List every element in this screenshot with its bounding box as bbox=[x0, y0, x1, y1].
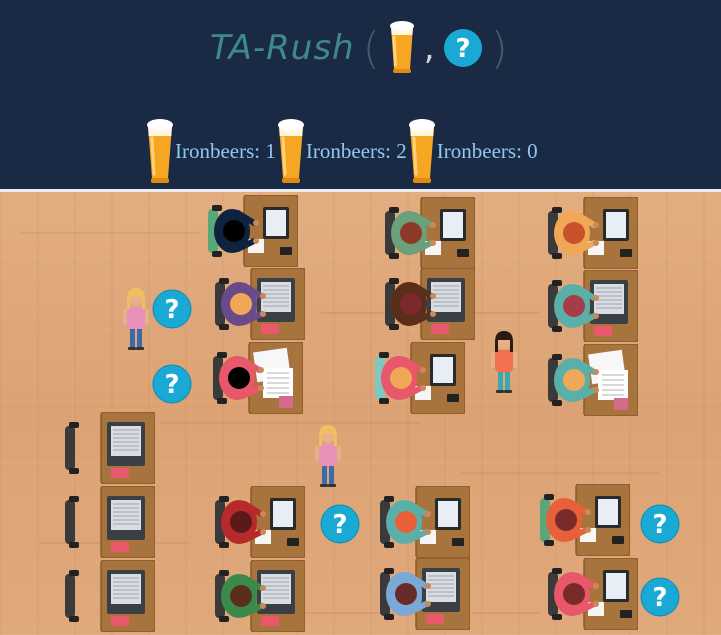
title-paren-close: ) bbox=[490, 22, 508, 74]
student-desk[interactable] bbox=[65, 560, 155, 632]
student-head bbox=[230, 585, 252, 607]
notebook bbox=[111, 468, 129, 478]
scoreboard-item: Ironbeers: 0 bbox=[407, 116, 538, 186]
phone bbox=[452, 538, 464, 546]
ironbeers-count: Ironbeers: 1 bbox=[175, 139, 276, 163]
scoreboard-item: Ironbeers: 1 bbox=[145, 116, 276, 186]
student-head bbox=[395, 511, 417, 533]
student-desk[interactable] bbox=[380, 558, 470, 630]
game-title: TA-Rush ( , ? ) bbox=[210, 18, 508, 78]
notebook bbox=[111, 542, 129, 552]
student-desk[interactable] bbox=[65, 412, 155, 484]
chair bbox=[65, 426, 75, 470]
game-header: TA-Rush ( , ? ) Ironbeers: 1 Ironbeers: … bbox=[0, 0, 721, 189]
phone bbox=[612, 536, 624, 544]
scoreboard-item: Ironbeers: 2 bbox=[276, 116, 407, 186]
student-head bbox=[395, 583, 417, 605]
student-head bbox=[563, 369, 585, 391]
wood-grain bbox=[460, 472, 660, 474]
student-head bbox=[230, 511, 252, 533]
wood-grain bbox=[20, 232, 200, 234]
student-desk[interactable] bbox=[215, 560, 305, 632]
question-mark-icon[interactable]: ? bbox=[640, 577, 680, 617]
beer-icon bbox=[389, 21, 414, 73]
student-head bbox=[400, 222, 422, 244]
student-desk[interactable] bbox=[215, 268, 305, 340]
title-comma: , bbox=[423, 28, 435, 68]
notebook bbox=[111, 616, 129, 626]
student-desk[interactable] bbox=[375, 342, 465, 414]
student-desk[interactable] bbox=[540, 484, 630, 556]
student-desk[interactable] bbox=[548, 344, 638, 416]
svg-text:?: ? bbox=[455, 34, 470, 64]
question-mark-icon[interactable]: ? bbox=[320, 504, 360, 544]
student-desk[interactable] bbox=[548, 270, 638, 342]
notebook bbox=[279, 396, 293, 408]
wood-grain bbox=[160, 422, 420, 424]
phone bbox=[620, 610, 632, 618]
chair bbox=[65, 500, 75, 544]
student-desk[interactable] bbox=[65, 486, 155, 558]
notebook bbox=[594, 326, 612, 336]
student-head bbox=[228, 367, 250, 389]
ta-character[interactable] bbox=[312, 424, 344, 488]
student-desk[interactable] bbox=[213, 342, 303, 414]
student-desk[interactable] bbox=[548, 197, 638, 269]
scoreboard: Ironbeers: 1 Ironbeers: 2 Ironbeers: 0 bbox=[145, 116, 538, 186]
beer-icon bbox=[147, 119, 173, 183]
student-head bbox=[390, 367, 412, 389]
question-mark-icon: ? bbox=[443, 29, 482, 67]
ta-shirt bbox=[319, 444, 337, 466]
question-mark-icon[interactable]: ? bbox=[152, 289, 192, 329]
ta-shirt bbox=[495, 350, 513, 372]
student-desk[interactable] bbox=[380, 486, 470, 558]
notebook bbox=[261, 616, 279, 626]
student-head bbox=[555, 509, 577, 531]
student-desk[interactable] bbox=[385, 268, 475, 340]
student-head bbox=[563, 222, 585, 244]
svg-text:?: ? bbox=[164, 370, 179, 400]
ta-shirt bbox=[127, 307, 145, 329]
title-paren-open: ( bbox=[362, 22, 380, 74]
student-head bbox=[223, 220, 245, 242]
notebook bbox=[426, 614, 444, 624]
classroom-floor[interactable]: ????? bbox=[0, 192, 721, 635]
question-mark-icon[interactable]: ? bbox=[640, 504, 680, 544]
beer-icon bbox=[277, 119, 304, 183]
game-title-text: TA-Rush bbox=[210, 28, 355, 68]
notebook bbox=[261, 324, 279, 334]
svg-text:?: ? bbox=[652, 510, 667, 540]
student-head bbox=[563, 295, 585, 317]
svg-text:?: ? bbox=[332, 510, 347, 540]
student-head bbox=[400, 293, 422, 315]
phone bbox=[457, 249, 469, 257]
svg-text:?: ? bbox=[164, 295, 179, 325]
ironbeers-count: Ironbeers: 0 bbox=[436, 139, 538, 163]
notebook bbox=[431, 324, 449, 334]
ironbeers-count: Ironbeers: 2 bbox=[305, 139, 407, 163]
question-mark-icon[interactable]: ? bbox=[152, 364, 192, 404]
ta-character[interactable] bbox=[120, 287, 152, 351]
phone bbox=[620, 249, 632, 257]
svg-text:?: ? bbox=[652, 583, 667, 613]
ta-character[interactable] bbox=[488, 330, 520, 394]
chair bbox=[65, 574, 75, 618]
notebook bbox=[614, 398, 628, 410]
student-head bbox=[563, 583, 585, 605]
student-desk[interactable] bbox=[548, 558, 638, 630]
student-desk[interactable] bbox=[208, 195, 298, 267]
phone bbox=[447, 394, 459, 402]
phone bbox=[287, 538, 299, 546]
student-desk[interactable] bbox=[385, 197, 475, 269]
phone bbox=[280, 247, 292, 255]
student-head bbox=[230, 293, 252, 315]
student-desk[interactable] bbox=[215, 486, 305, 558]
beer-icon bbox=[408, 119, 435, 183]
